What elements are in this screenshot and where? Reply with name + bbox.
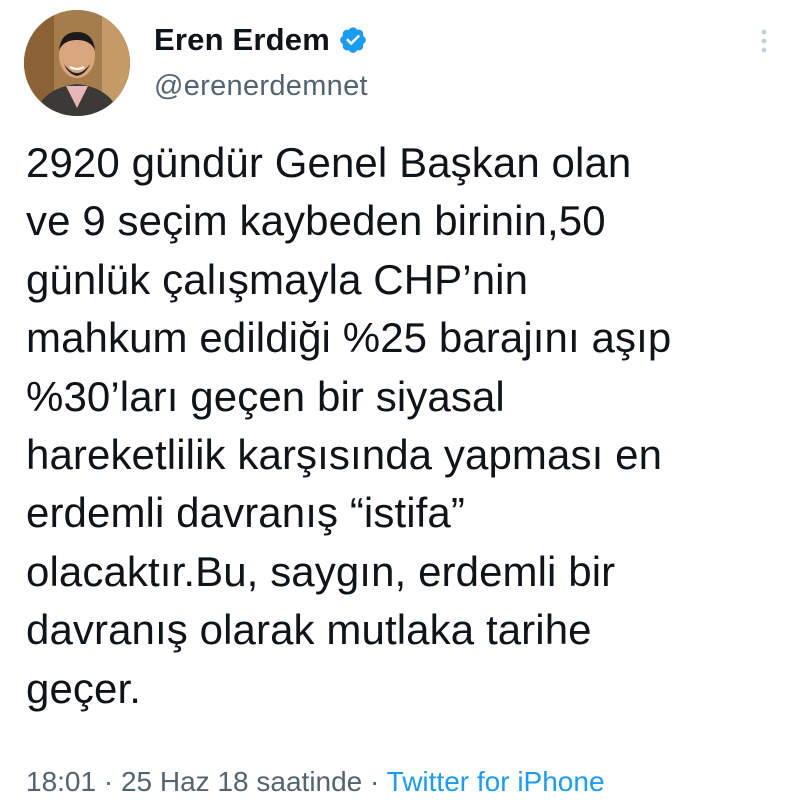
tweet-text: 2920 gündür Genel Başkan olan ve 9 seçim… [26, 134, 786, 718]
display-name[interactable]: Eren Erdem [154, 22, 330, 58]
avatar-image [24, 10, 130, 116]
name-row: Eren Erdem [154, 20, 368, 60]
tweet-text-line: %30’ları geçen bir siyasal [26, 372, 505, 420]
tweet-text-line: ve 9 seçim kaybeden birinin,50 [26, 197, 606, 245]
tweet-text-line: 2920 gündür Genel Başkan olan [26, 139, 632, 186]
meta-separator: · [362, 766, 387, 797]
user-handle[interactable]: @erenerdemnet [154, 70, 368, 103]
tweet-text-line: olacaktır.Bu, saygın, erdemli bir [26, 547, 616, 595]
author-header: Eren Erdem @erenerdemnet [154, 20, 368, 103]
meta-separator: · [96, 766, 121, 797]
more-vertical-icon[interactable] [754, 26, 774, 58]
verified-badge-icon [338, 25, 368, 55]
tweet-date[interactable]: 25 Haz 18 saatinde [121, 766, 362, 797]
tweet-text-line: davranış olarak mutlaka tarihe [26, 606, 592, 654]
tweet-text-line: geçer. [26, 664, 142, 712]
tweet-source-link[interactable]: Twitter for iPhone [387, 766, 605, 797]
tweet-text-line: mahkum edildiği %25 barajını aşıp [26, 314, 672, 362]
avatar[interactable] [24, 10, 130, 116]
tweet-card: Eren Erdem @erenerdemnet 2920 gündür Gen… [0, 0, 800, 808]
tweet-meta: 18:01 · 25 Haz 18 saatinde · Twitter for… [26, 766, 605, 798]
tweet-text-line: hareketlilik karşısında yapması en [26, 431, 663, 479]
tweet-time[interactable]: 18:01 [26, 766, 96, 797]
tweet-text-line: günlük çalışmayla CHP’nin [26, 255, 529, 303]
tweet-text-line: erdemli davranış “istifa” [26, 489, 465, 537]
